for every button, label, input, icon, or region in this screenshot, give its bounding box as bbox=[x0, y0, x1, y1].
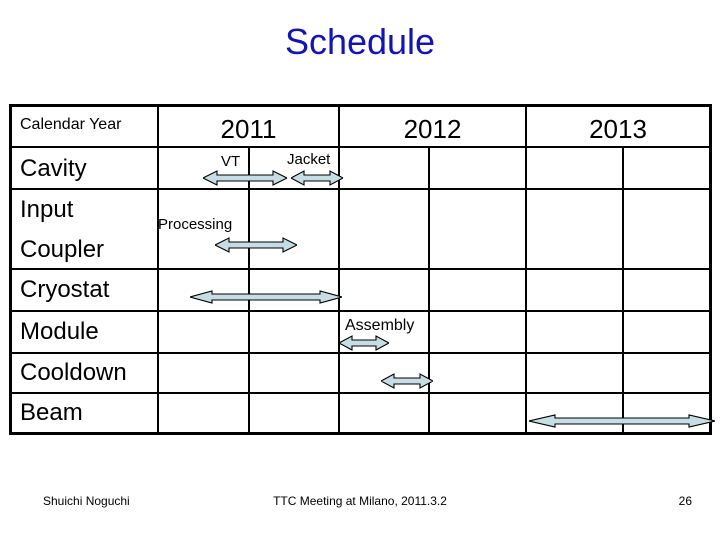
schedule-table: Calendar Year 2011 2012 2013 Cavity Inpu… bbox=[9, 104, 715, 435]
row-label-input-coupler-line2: Coupler bbox=[20, 236, 105, 263]
task-label-assembly: Assembly bbox=[345, 317, 415, 334]
row-label-cooldown: Cooldown bbox=[20, 359, 127, 386]
task-arrow-cryostat bbox=[190, 289, 342, 305]
task-label-jacket: Jacket bbox=[287, 151, 331, 168]
row-label-cryostat: Cryostat bbox=[20, 276, 110, 303]
grid-hline bbox=[12, 268, 709, 270]
task-label-vt: VT bbox=[221, 153, 241, 170]
task-arrow-processing bbox=[215, 237, 297, 253]
year-header-2011: 2011 bbox=[220, 114, 277, 144]
grid-vline bbox=[525, 107, 527, 432]
row-label-beam: Beam bbox=[20, 399, 83, 426]
task-arrow-jacket bbox=[291, 170, 343, 186]
grid-hline bbox=[12, 392, 709, 394]
row-label-cavity: Cavity bbox=[20, 155, 87, 182]
task-arrow-cooldown bbox=[381, 373, 433, 389]
task-arrow-assembly bbox=[339, 335, 389, 351]
grid-vline bbox=[157, 107, 159, 432]
grid-hline bbox=[12, 310, 709, 312]
task-label-processing: Processing bbox=[158, 216, 233, 233]
slide-footer: Shuichi Noguchi TTC Meeting at Milano, 2… bbox=[0, 494, 720, 514]
grid-vline bbox=[622, 146, 624, 432]
task-arrow-beam bbox=[529, 413, 715, 429]
page-title: Schedule bbox=[284, 21, 436, 62]
row-label-input-coupler-line1: Input bbox=[20, 196, 74, 223]
grid-hline bbox=[12, 146, 709, 148]
footer-meeting: TTC Meeting at Milano, 2011.3.2 bbox=[273, 494, 447, 508]
year-header-2012: 2012 bbox=[403, 114, 462, 144]
year-header-2013: 2013 bbox=[589, 114, 647, 144]
task-arrow-vt bbox=[203, 170, 287, 186]
row-label-module: Module bbox=[20, 318, 99, 345]
calendar-year-header: Calendar Year bbox=[20, 116, 122, 133]
footer-page-number: 26 bbox=[678, 494, 692, 508]
grid-hline bbox=[12, 188, 709, 190]
grid-vline bbox=[338, 107, 340, 432]
grid-vline bbox=[428, 146, 430, 432]
grid-hline bbox=[12, 352, 709, 354]
